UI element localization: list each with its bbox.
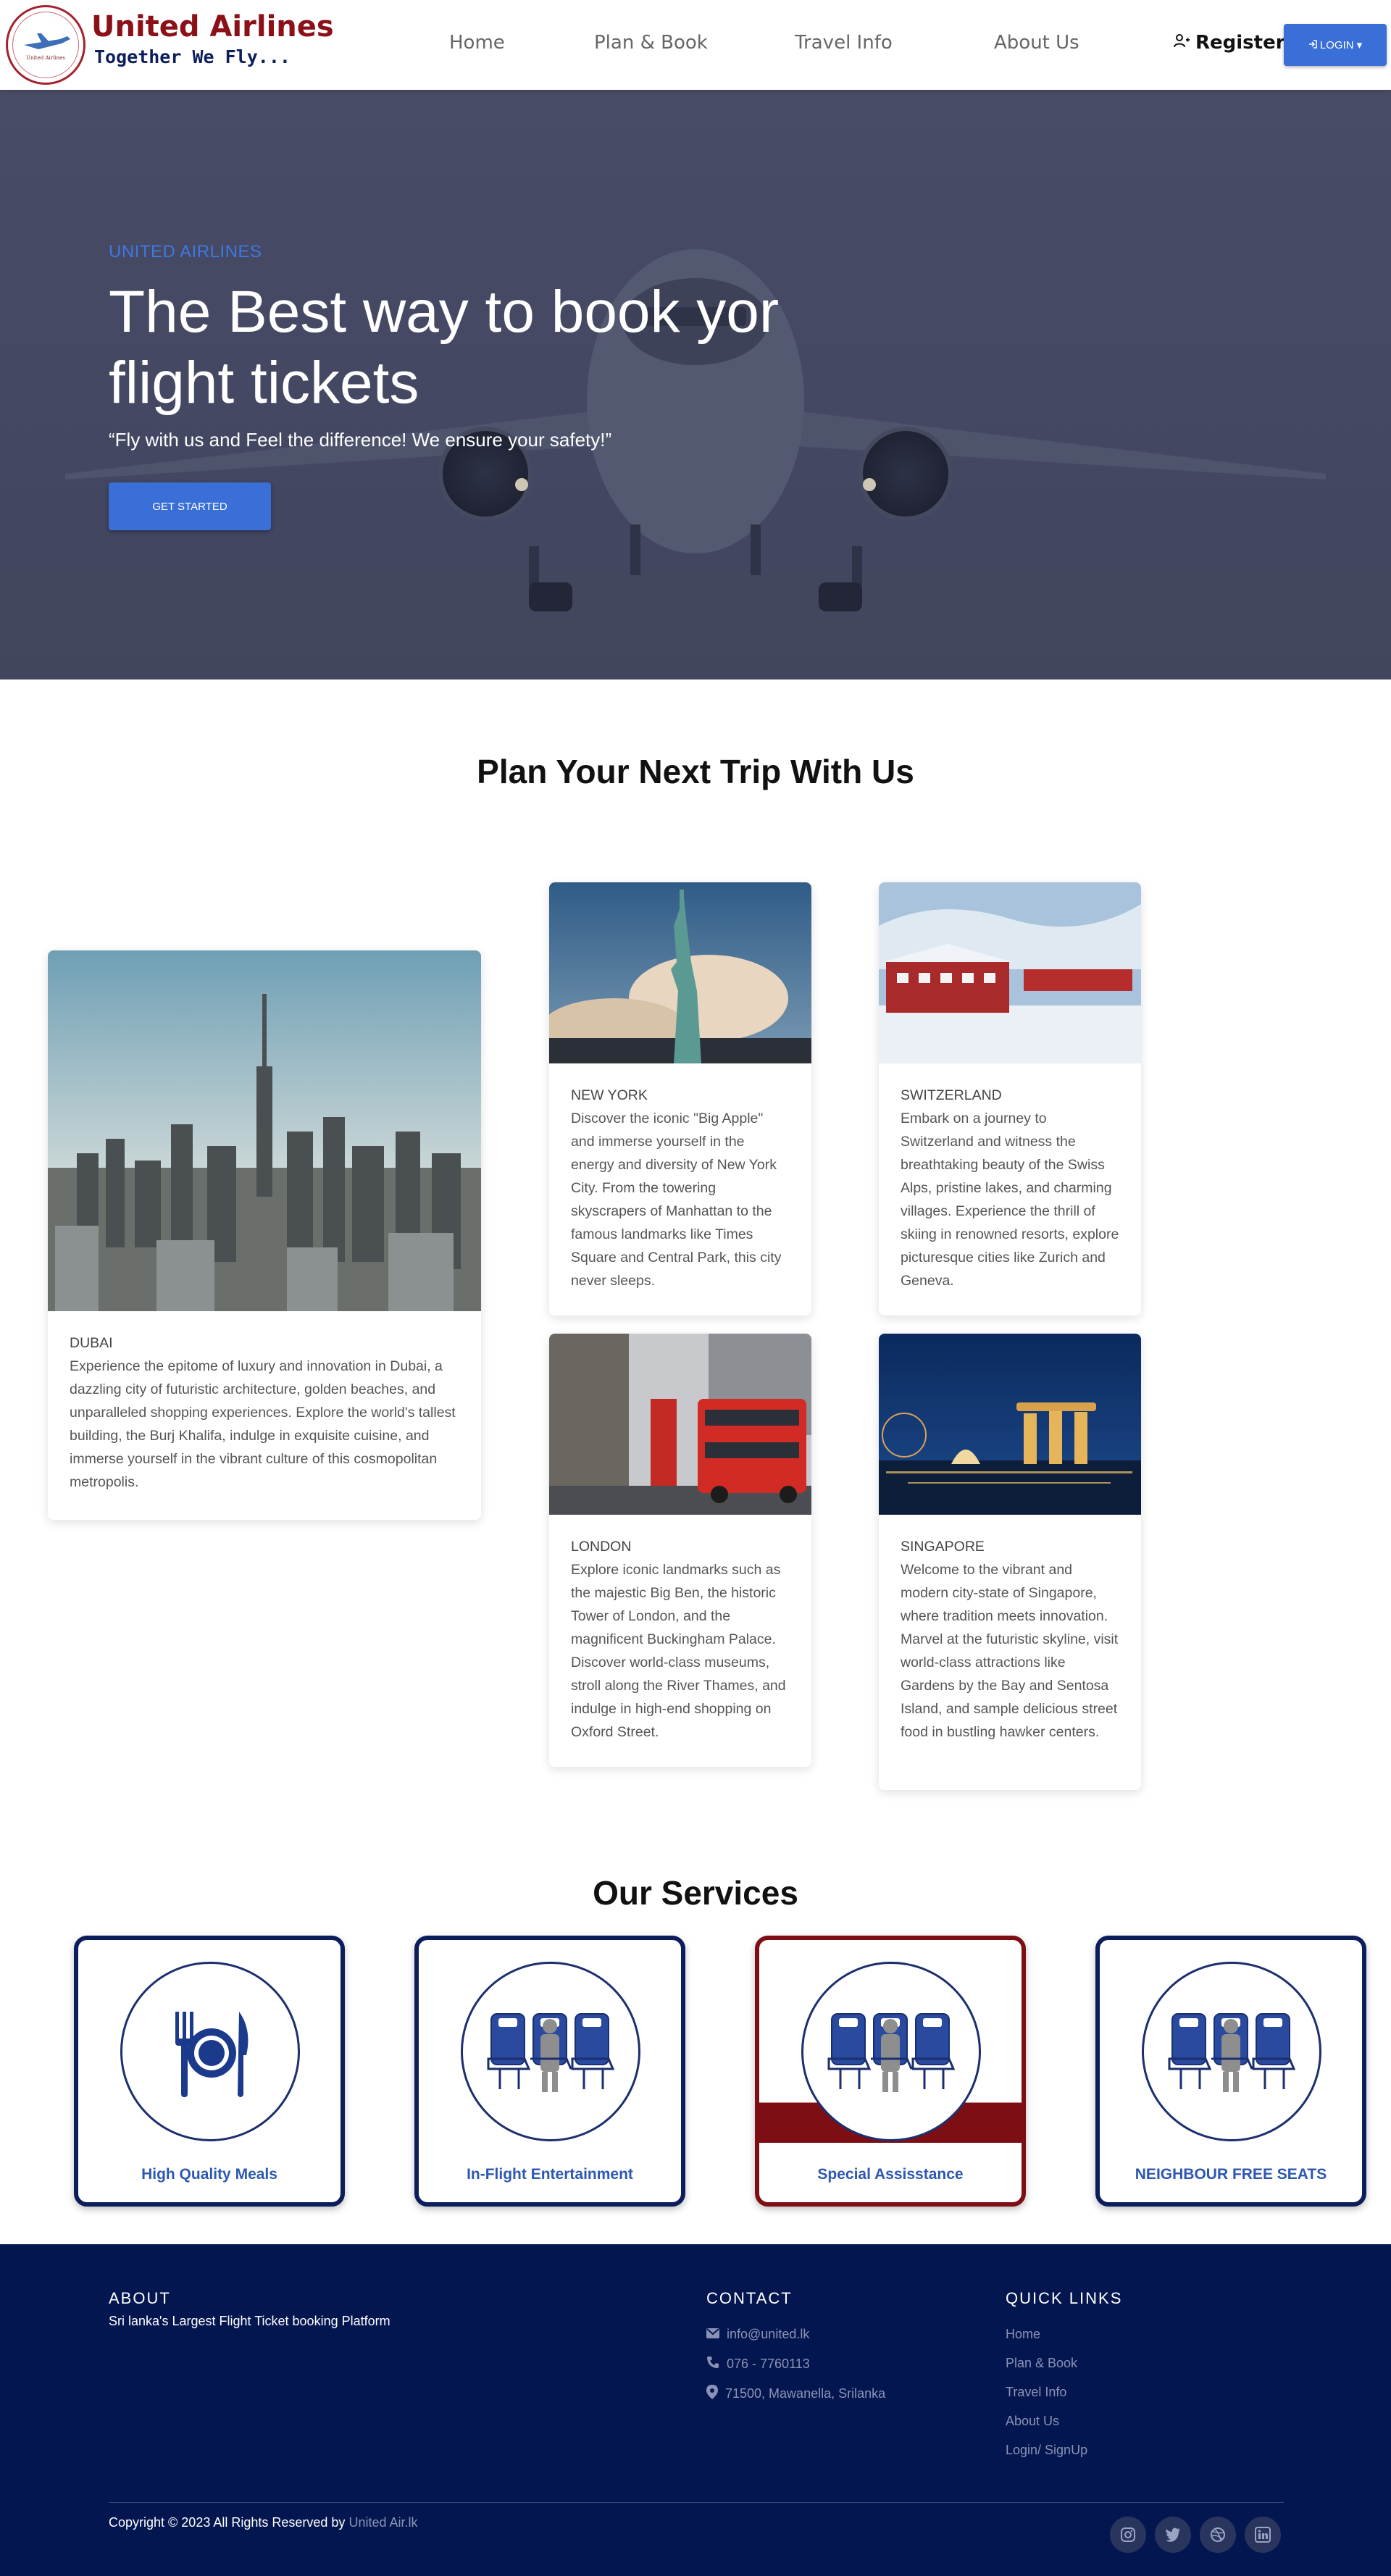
contact-phone-text: 076 - 7760113 (727, 2357, 810, 2371)
map-marker-icon (706, 2385, 718, 2403)
contact-address: 71500, Mawanella, Srilanka (706, 2385, 885, 2403)
service-label: Special Assisstance (817, 2166, 964, 2183)
brand-tagline: Together We Fly... (94, 46, 291, 67)
brand-logo[interactable]: United Airlines (6, 5, 85, 85)
seats-icon (487, 2013, 615, 2092)
dubai-image (48, 950, 481, 1311)
svg-text:United Airlines: United Airlines (26, 55, 65, 61)
copyright-text: Copyright © 2023 All Rights Reserved by (109, 2515, 346, 2530)
switzerland-image (879, 882, 1141, 1063)
service-card-meals[interactable]: High Quality Meals (74, 1936, 345, 2207)
footer-link-login-signup[interactable]: Login/ SignUp (1006, 2443, 1087, 2458)
dribbble-icon[interactable] (1200, 2517, 1236, 2553)
footer-link-home[interactable]: Home (1006, 2327, 1040, 2342)
get-started-button[interactable]: GET STARTED (109, 482, 271, 530)
hero-title: The Best way to book yor flight tickets (109, 279, 780, 416)
service-card-neighbour-free-seats[interactable]: NEIGHBOUR FREE SEATS (1095, 1936, 1366, 2207)
footer-link-about-us[interactable]: About Us (1006, 2414, 1059, 2429)
footer-about-title: ABOUT (109, 2289, 171, 2307)
nav-home[interactable]: Home (449, 32, 505, 54)
contact-phone[interactable]: 076 - 7760113 (706, 2356, 810, 2372)
destination-description: Experience the epitome of luxury and inn… (70, 1358, 456, 1490)
destination-name: NEW YORK (571, 1087, 648, 1103)
trip-section-title: Plan Your Next Trip With Us (477, 753, 914, 790)
footer-contact-title: CONTACT (706, 2289, 793, 2307)
singapore-image (879, 1334, 1141, 1515)
copyright: Copyright © 2023 All Rights Reserved by … (109, 2515, 418, 2530)
brand-name[interactable]: United Airlines (91, 10, 334, 43)
hero-section: UNITED AIRLINES The Best way to book yor… (0, 90, 1391, 679)
card-body: SINGAPORE Welcome to the vibrant and mod… (879, 1515, 1141, 1758)
services-section-title: Our Services (593, 1874, 798, 1912)
meal-icon (175, 2012, 248, 2097)
card-body: LONDON Explore iconic landmarks such as … (549, 1515, 811, 1758)
destination-description: Discover the iconic "Big Apple" and imme… (571, 1111, 782, 1289)
footer-quick-links-title: QUICK LINKS (1006, 2289, 1123, 2307)
nav-plan-book[interactable]: Plan & Book (594, 32, 708, 54)
service-label: NEIGHBOUR FREE SEATS (1135, 2166, 1327, 2183)
caret-down-icon: ▾ (1356, 39, 1363, 51)
login-button[interactable]: LOGIN ▾ (1284, 24, 1387, 66)
service-icon-circle (801, 1962, 981, 2141)
footer-link-travel-info[interactable]: Travel Info (1006, 2385, 1066, 2400)
service-label: High Quality Meals (141, 2166, 277, 2183)
contact-email[interactable]: info@united.lk (706, 2327, 809, 2342)
service-card-entertainment[interactable]: In-Flight Entertainment (414, 1936, 685, 2207)
envelope-icon (706, 2327, 719, 2342)
destination-description: Embark on a journey to Switzerland and w… (901, 1111, 1119, 1289)
nav-travel-info[interactable]: Travel Info (795, 32, 893, 54)
copyright-brand-link[interactable]: United Air.lk (348, 2515, 417, 2530)
destination-card-switzerland[interactable]: SWITZERLAND Embark on a journey to Switz… (879, 882, 1141, 1316)
contact-email-text: info@united.lk (727, 2327, 810, 2341)
contact-address-text: 71500, Mawanella, Srilanka (725, 2386, 886, 2401)
destination-name: LONDON (571, 1539, 632, 1555)
nav-about-us[interactable]: About Us (994, 32, 1079, 54)
service-icon-circle (1142, 1962, 1321, 2141)
new-york-image (549, 882, 811, 1063)
card-body: SWITZERLAND Embark on a journey to Switz… (879, 1063, 1141, 1307)
card-body: NEW YORK Discover the iconic "Big Apple"… (549, 1063, 811, 1307)
seats-icon (1168, 2013, 1296, 2092)
login-label: LOGIN (1319, 38, 1354, 51)
hero-kicker: UNITED AIRLINES (109, 242, 262, 262)
login-icon (1308, 39, 1317, 51)
twitter-icon[interactable] (1155, 2517, 1191, 2553)
footer-link-plan-book[interactable]: Plan & Book (1006, 2356, 1077, 2371)
destination-card-london[interactable]: LONDON Explore iconic landmarks such as … (549, 1334, 811, 1767)
london-image (549, 1334, 811, 1515)
service-label: In-Flight Entertainment (467, 2166, 633, 2183)
destination-name: SINGAPORE (901, 1539, 985, 1555)
hero-subtitle: “Fly with us and Feel the difference! We… (109, 429, 612, 451)
navbar: United Airlines United Airlines Together… (0, 0, 1391, 90)
register-link[interactable]: Register (1174, 32, 1285, 54)
footer-divider (109, 2502, 1284, 2503)
register-label: Register (1195, 32, 1285, 54)
service-icon-circle (120, 1962, 300, 2141)
destination-name: DUBAI (70, 1335, 113, 1351)
destination-card-dubai[interactable]: DUBAI Experience the epitome of luxury a… (48, 950, 481, 1520)
phone-icon (706, 2356, 719, 2372)
destination-name: SWITZERLAND (901, 1087, 1002, 1103)
service-icon-circle (461, 1962, 640, 2141)
user-plus-icon (1174, 32, 1190, 54)
service-card-special-assistance[interactable]: Special Assisstance (755, 1936, 1026, 2207)
destination-description: Explore iconic landmarks such as the maj… (571, 1562, 786, 1740)
footer-about-text: Sri lanka's Largest Flight Ticket bookin… (109, 2314, 390, 2328)
destination-description: Welcome to the vibrant and modern city-s… (901, 1562, 1119, 1740)
destination-card-new-york[interactable]: NEW YORK Discover the iconic "Big Apple"… (549, 882, 811, 1316)
instagram-icon[interactable] (1110, 2517, 1146, 2553)
seats-icon (827, 2013, 956, 2092)
logo-emblem: United Airlines (12, 12, 79, 78)
destination-card-singapore[interactable]: SINGAPORE Welcome to the vibrant and mod… (879, 1334, 1141, 1790)
linkedin-icon[interactable] (1245, 2517, 1281, 2553)
card-body: DUBAI Experience the epitome of luxury a… (48, 1311, 481, 1508)
